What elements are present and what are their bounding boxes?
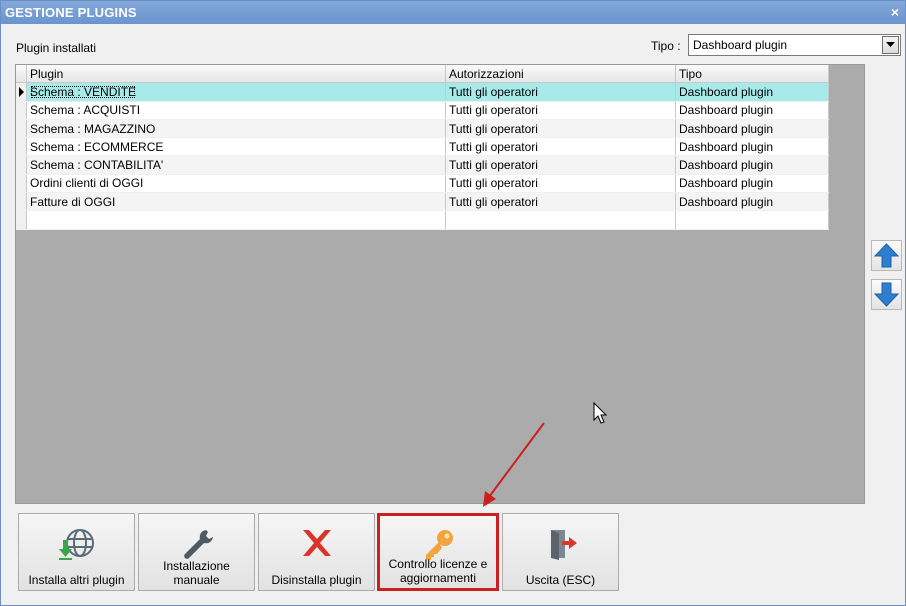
move-up-button[interactable] [871,240,902,271]
license-check-label: Controllo licenze e aggiornamenti [382,557,494,585]
mouse-pointer-icon [593,401,609,429]
current-row-indicator-icon [16,82,27,102]
table-row[interactable]: Ordini clienti di OGGI Tutti gli operato… [16,174,829,194]
install-more-plugins-button[interactable]: Installa altri plugin [18,513,135,591]
cell-auth[interactable]: Tutti gli operatori [445,155,676,175]
cell-plugin[interactable]: Schema : MAGAZZINO [26,119,446,139]
cell-plugin[interactable]: Schema : ACQUISTI [26,101,446,120]
table-row[interactable]: Schema : ECOMMERCE Tutti gli operatori D… [16,137,829,157]
installed-plugins-label: Plugin installati [16,41,97,55]
column-header-tipo[interactable]: Tipo [675,65,829,84]
tipo-label: Tipo : [651,39,681,53]
row-indicator [16,192,27,212]
manual-install-button[interactable]: Installazione manuale [138,513,255,591]
plugin-grid[interactable]: Plugin Autorizzazioni Tipo Schema : VEND… [15,64,865,504]
wrench-icon [139,526,254,562]
cell-empty[interactable] [675,210,829,230]
chevron-down-icon[interactable] [882,36,899,54]
cell-auth[interactable]: Tutti gli operatori [445,174,676,194]
cell-empty[interactable] [26,210,446,230]
tipo-select-value: Dashboard plugin [693,38,788,52]
row-indicator [16,137,27,157]
uninstall-plugin-button[interactable]: Disinstalla plugin [258,513,375,591]
table-row[interactable]: Schema : ACQUISTI Tutti gli operatori Da… [16,101,829,120]
row-indicator [16,155,27,175]
cell-auth[interactable]: Tutti gli operatori [445,192,676,212]
license-check-button[interactable]: Controllo licenze e aggiornamenti [377,513,499,591]
license-check-label-line2: aggiornamenti [399,571,477,585]
empty-new-row[interactable] [16,210,829,230]
cell-plugin[interactable]: Schema : ECOMMERCE [26,137,446,157]
cell-tipo[interactable]: Dashboard plugin [675,137,829,157]
exit-label: Uscita (ESC) [525,573,596,587]
manual-install-label-line1: Installazione [163,559,230,573]
arrow-down-icon [873,282,900,307]
manual-install-label-line2: manuale [173,573,220,587]
tipo-select[interactable]: Dashboard plugin [688,34,901,56]
cell-plugin[interactable]: Fatture di OGGI [26,192,446,212]
cell-auth[interactable]: Tutti gli operatori [445,137,676,157]
red-x-icon [259,526,374,562]
window-title: GESTIONE PLUGINS [5,5,137,20]
cell-tipo[interactable]: Dashboard plugin [675,155,829,175]
exit-door-icon [503,526,618,562]
cell-tipo[interactable]: Dashboard plugin [675,82,829,102]
table-row[interactable]: Schema : CONTABILITA' Tutti gli operator… [16,155,829,175]
title-bar: GESTIONE PLUGINS × [1,1,905,24]
row-indicator [16,174,27,194]
table-row[interactable]: Schema : VENDITE Tutti gli operatori Das… [16,82,829,102]
move-down-button[interactable] [871,279,902,310]
table-row[interactable]: Fatture di OGGI Tutti gli operatori Dash… [16,192,829,212]
cell-auth[interactable]: Tutti gli operatori [445,119,676,139]
manual-install-label: Installazione manuale [141,559,252,587]
arrow-up-icon [873,243,900,268]
install-more-plugins-label: Installa altri plugin [28,573,125,587]
table-row[interactable]: Schema : MAGAZZINO Tutti gli operatori D… [16,119,829,139]
uninstall-plugin-label: Disinstalla plugin [271,573,362,587]
globe-download-icon [19,526,134,562]
gestione-plugins-window: GESTIONE PLUGINS × Plugin installati Tip… [0,0,906,606]
cell-tipo[interactable]: Dashboard plugin [675,192,829,212]
column-header-plugin[interactable]: Plugin [26,65,446,84]
row-indicator-header [16,65,27,84]
exit-button[interactable]: Uscita (ESC) [502,513,619,591]
cell-tipo[interactable]: Dashboard plugin [675,101,829,120]
column-header-autorizzazioni[interactable]: Autorizzazioni [445,65,676,84]
row-indicator [16,119,27,139]
close-icon[interactable]: × [891,4,899,20]
cell-empty[interactable] [445,210,676,230]
cell-plugin[interactable]: Schema : VENDITE [30,85,136,99]
plugin-table: Plugin Autorizzazioni Tipo Schema : VEND… [16,65,829,230]
table-header-row: Plugin Autorizzazioni Tipo [16,65,829,84]
cell-auth[interactable]: Tutti gli operatori [445,82,676,102]
cell-tipo[interactable]: Dashboard plugin [675,174,829,194]
cell-plugin[interactable]: Ordini clienti di OGGI [26,174,446,194]
cell-tipo[interactable]: Dashboard plugin [675,119,829,139]
cell-plugin[interactable]: Schema : CONTABILITA' [26,155,446,175]
license-check-label-line1: Controllo licenze e [388,557,488,571]
red-annotation-arrow [471,421,551,516]
row-indicator [16,101,27,120]
cell-auth[interactable]: Tutti gli operatori [445,101,676,120]
row-indicator [16,210,27,230]
